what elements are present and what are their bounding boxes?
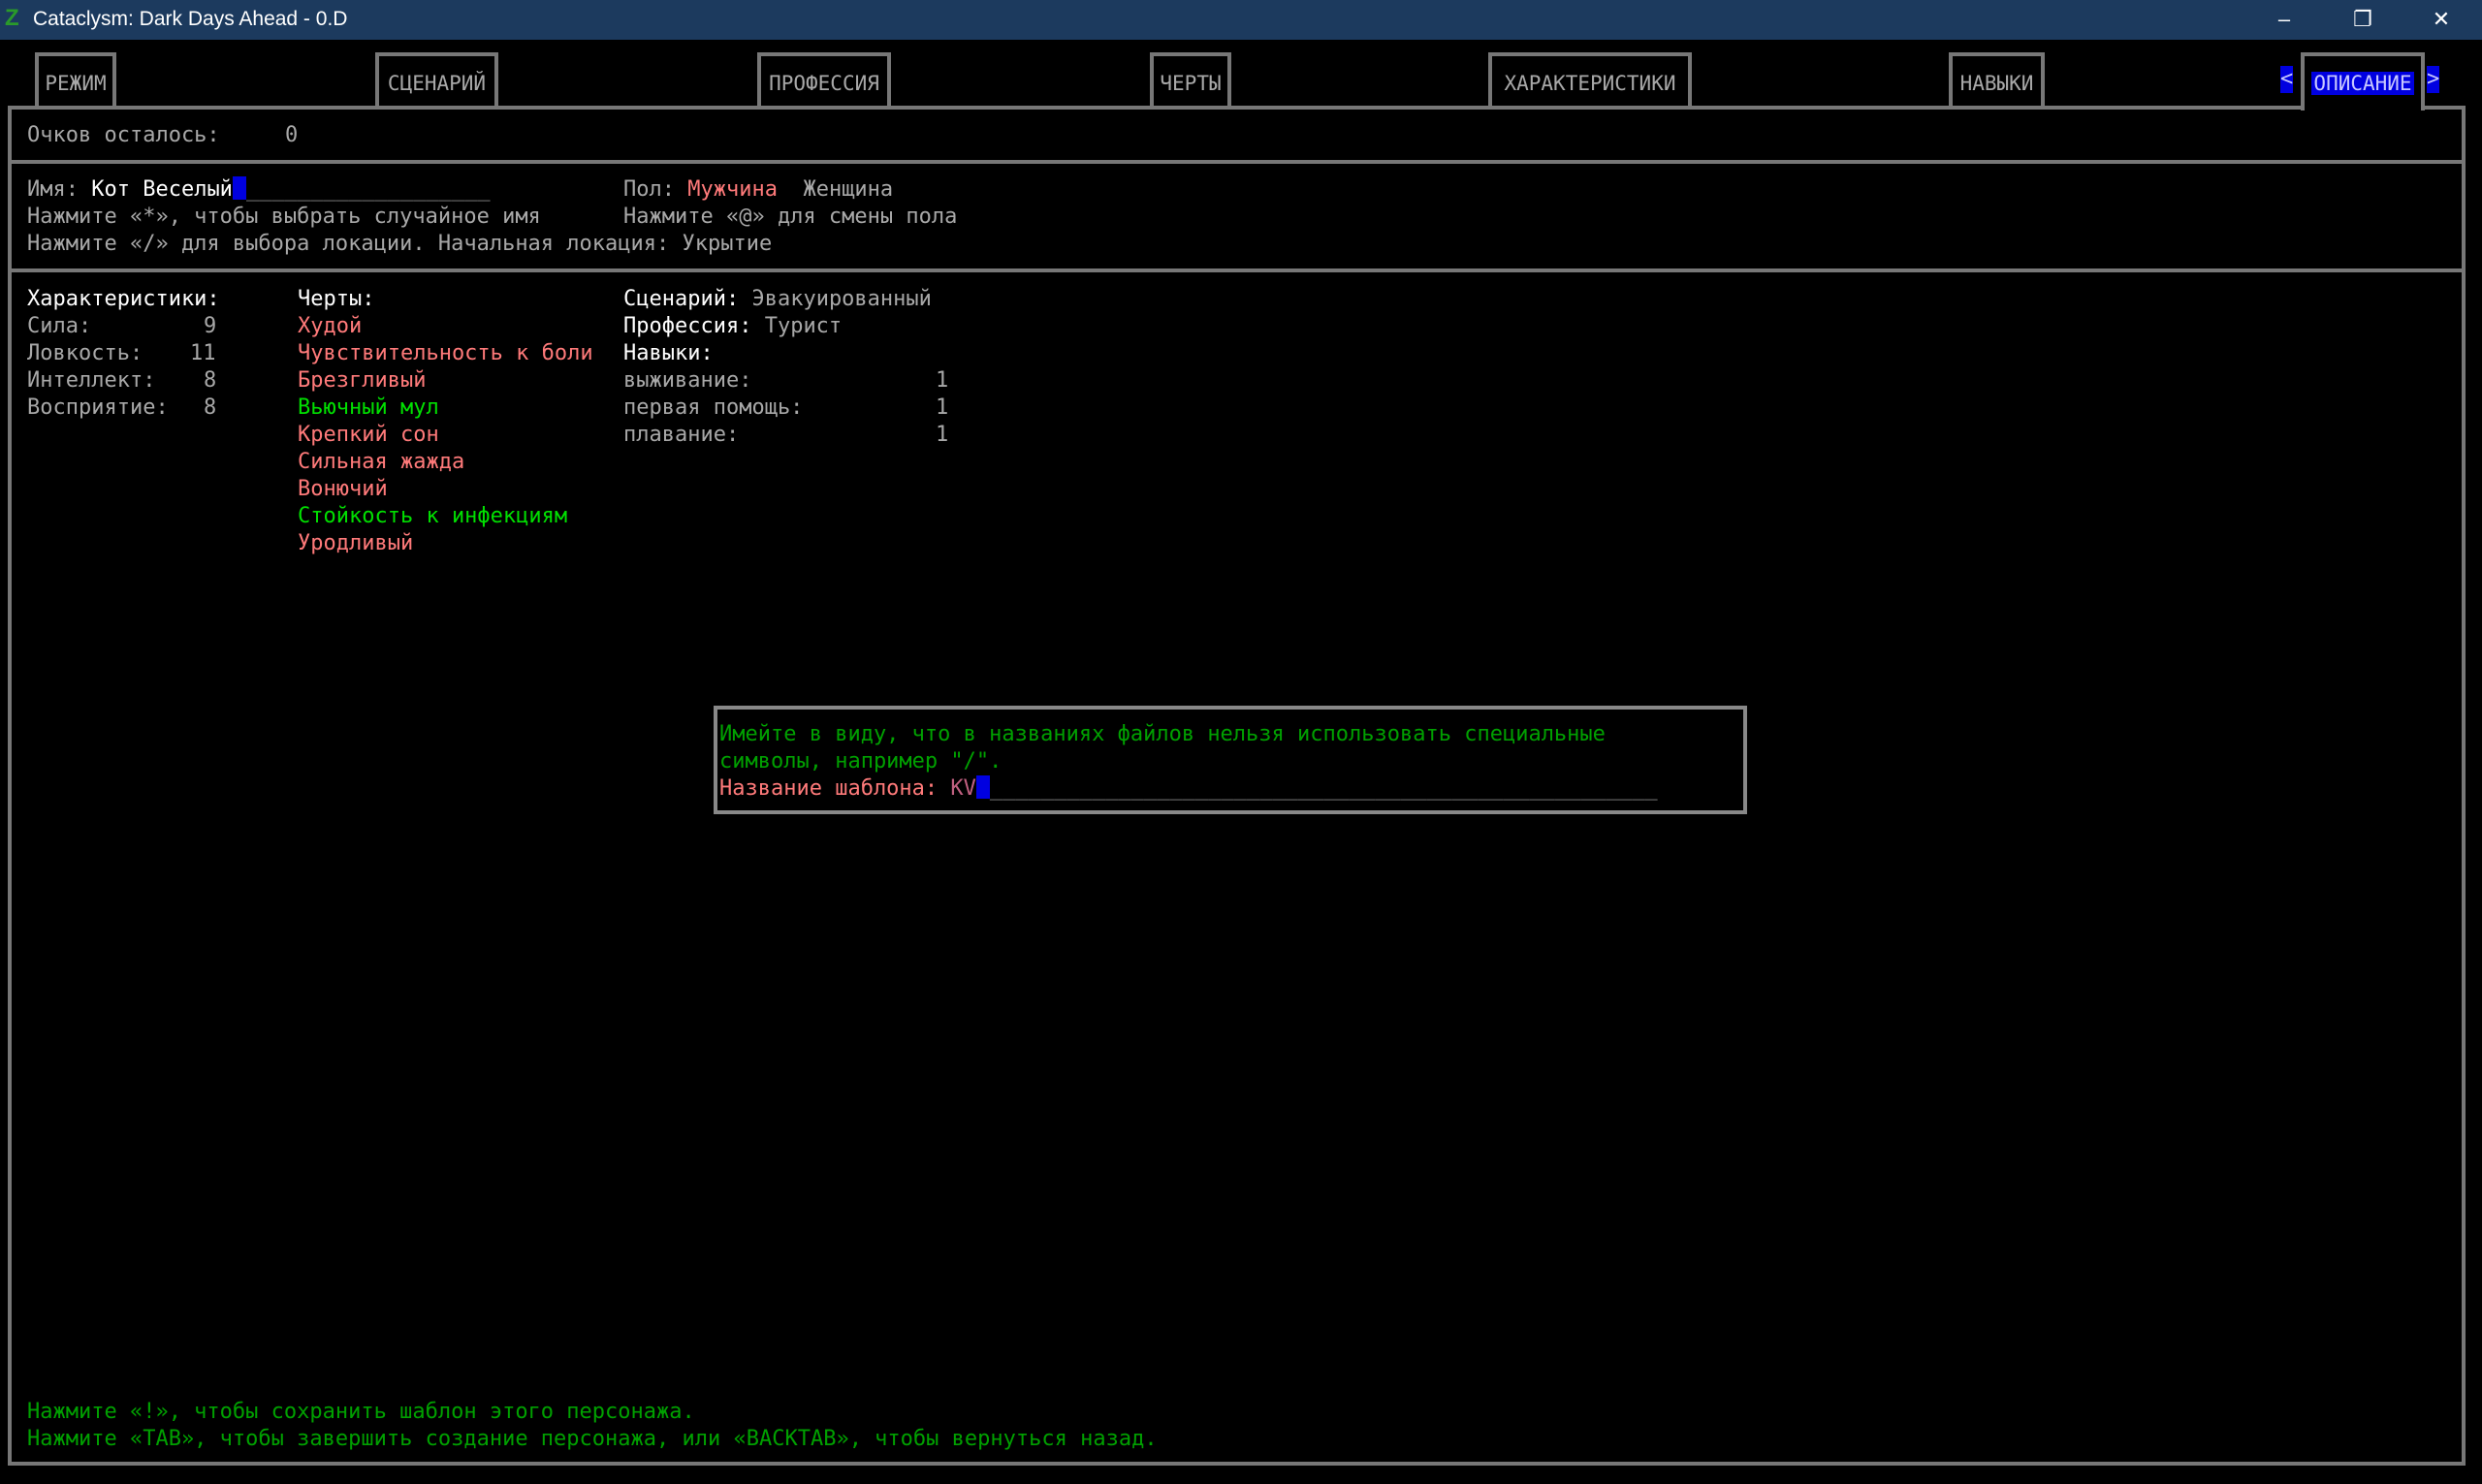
close-button[interactable]: ✕ xyxy=(2412,4,2470,35)
stat-value: 9 xyxy=(204,314,217,338)
gender-label: Пол: xyxy=(623,177,675,202)
footer-save-hint: Нажмите «!», чтобы сохранить шаблон этог… xyxy=(27,1400,695,1424)
template-name-value: KV xyxy=(950,776,976,801)
trait-item: Сильная жажда xyxy=(298,450,465,474)
restore-button[interactable]: ❐ xyxy=(2334,4,2392,35)
tab-scenario[interactable]: СЦЕНАРИЙ xyxy=(375,52,498,107)
tab-profession[interactable]: ПРОФЕССИЯ xyxy=(757,52,891,107)
stat-label: Сила: xyxy=(27,314,92,338)
stat-value: 11 xyxy=(190,341,216,365)
gender-male[interactable]: Мужчина xyxy=(687,177,778,202)
skill-value: 1 xyxy=(936,395,949,420)
divider xyxy=(8,160,2466,164)
template-name-underscores: ________________________________________… xyxy=(989,776,1658,801)
profession-line: Профессия: Турист xyxy=(623,314,843,338)
template-name-dialog: Имейте в виду, что в названиях файлов не… xyxy=(714,706,1747,814)
tab-description-label: ОПИСАНИЕ xyxy=(2311,72,2414,95)
trait-item: Уродливый xyxy=(298,531,414,555)
chevron-right-icon[interactable]: > xyxy=(2427,66,2440,93)
template-name-input[interactable]: Название шаблона: KV ____________________… xyxy=(719,775,1658,803)
trait-item: Вонючий xyxy=(298,477,388,501)
tab-stats[interactable]: ХАРАКТЕРИСТИКИ xyxy=(1488,52,1692,107)
trait-item: Крепкий сон xyxy=(298,423,439,447)
divider xyxy=(8,268,2466,272)
stat-label: Интеллект: xyxy=(27,368,156,393)
stat-value: 8 xyxy=(204,368,217,393)
template-name-label: Название шаблона: xyxy=(719,776,939,801)
skills-header: Навыки: xyxy=(623,341,714,365)
skill-value: 1 xyxy=(936,368,949,393)
points-value: 0 xyxy=(285,123,299,147)
dialog-warning-line1: Имейте в виду, что в названиях файлов не… xyxy=(719,722,1606,746)
trait-item: Брезгливый xyxy=(298,368,427,393)
tab-skills[interactable]: НАВЫКИ xyxy=(1949,52,2045,107)
window-title: Cataclysm: Dark Days Ahead - 0.D xyxy=(33,8,348,30)
gender-hint: Нажмите «@» для смены пола xyxy=(623,205,958,229)
name-field[interactable]: Имя: Кот Веселый ___________________ xyxy=(27,176,491,204)
trait-item: Худой xyxy=(298,314,363,338)
tab-description[interactable]: ОПИСАНИЕ xyxy=(2301,52,2425,111)
skill-label: первая помощь: xyxy=(623,395,804,420)
trait-item: Чувствительность к боли xyxy=(298,341,593,365)
stat-label: Восприятие: xyxy=(27,395,169,420)
random-name-hint: Нажмите «*», чтобы выбрать случайное имя xyxy=(27,205,541,229)
name-underscores: ___________________ xyxy=(245,177,491,202)
trait-item: Вьючный мул xyxy=(298,395,439,420)
trait-item: Стойкость к инфекциям xyxy=(298,504,568,528)
skill-value: 1 xyxy=(936,423,949,447)
tab-traits[interactable]: ЧЕРТЫ xyxy=(1150,52,1231,107)
points-label: Очков осталось: xyxy=(27,123,220,147)
gender-selector[interactable]: Пол: Мужчина Женщина xyxy=(623,176,893,204)
stat-label: Ловкость: xyxy=(27,341,143,365)
skill-label: плавание: xyxy=(623,423,740,447)
name-value: Кот Веселый xyxy=(91,177,233,202)
stat-value: 8 xyxy=(204,395,217,420)
scenario-line: Сценарий: Эвакуированный xyxy=(623,287,932,311)
traits-header: Черты: xyxy=(298,287,375,311)
location-hint: Нажмите «/» для выбора локации. Начальна… xyxy=(27,232,773,256)
stats-header: Характеристики: xyxy=(27,287,220,311)
minimize-button[interactable]: – xyxy=(2255,4,2313,35)
text-cursor xyxy=(232,176,246,200)
dialog-warning-line2: символы, например "/". xyxy=(719,749,1002,774)
app-icon: Z xyxy=(5,5,19,31)
gender-female[interactable]: Женщина xyxy=(803,177,893,202)
title-bar: Z Cataclysm: Dark Days Ahead - 0.D – ❐ ✕ xyxy=(0,0,2482,40)
text-cursor xyxy=(975,775,990,799)
chevron-left-icon[interactable]: < xyxy=(2280,66,2294,93)
tab-mode[interactable]: РЕЖИМ xyxy=(35,52,116,107)
skill-label: выживание: xyxy=(623,368,752,393)
name-label: Имя: xyxy=(27,177,79,202)
footer-finish-hint: Нажмите «TAB», чтобы завершить создание … xyxy=(27,1427,1158,1451)
